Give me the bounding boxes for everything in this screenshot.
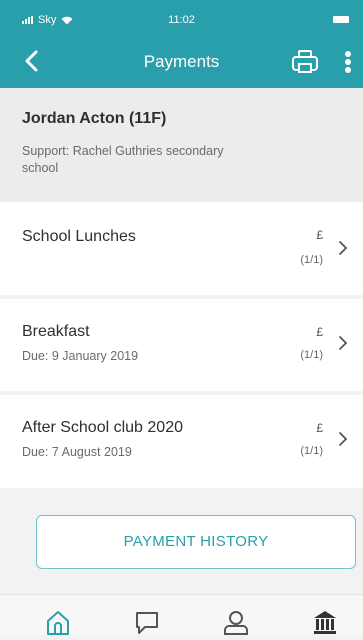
print-button[interactable] (290, 48, 320, 76)
chevron-right-icon (339, 432, 348, 446)
chevron-right-icon (339, 336, 348, 350)
payment-item-after-school-club[interactable]: After School club 2020 Due: 7 August 201… (0, 395, 363, 488)
status-bar: Sky 11:02 (0, 0, 363, 38)
payment-due: Due: 9 January 2019 (22, 349, 139, 363)
payment-title: School Lunches (22, 228, 136, 245)
message-icon (136, 612, 158, 634)
history-area: PAYMENT HISTORY (0, 488, 363, 594)
payment-currency: £ (316, 421, 323, 435)
tab-home[interactable] (44, 609, 72, 635)
tab-bank[interactable] (311, 609, 339, 635)
payment-history-button[interactable]: PAYMENT HISTORY (36, 515, 356, 569)
student-card: Jordan Acton (11F) Support: Rachel Guthr… (0, 88, 363, 202)
home-icon (47, 611, 69, 635)
bank-icon (314, 611, 336, 634)
student-name: Jordan Acton (11F) (22, 110, 167, 127)
tab-profile[interactable] (222, 609, 250, 635)
payment-title: Breakfast (22, 323, 90, 340)
chevron-right-icon (339, 241, 348, 255)
nav-bar: Payments (0, 42, 363, 82)
printer-icon (292, 50, 318, 73)
payment-currency: £ (316, 325, 323, 339)
app-header: Sky 11:02 Payments (0, 0, 363, 88)
payment-title: After School club 2020 (22, 419, 183, 436)
student-support: Support: Rachel Guthries secondary schoo… (22, 144, 224, 175)
status-time: 11:02 (168, 14, 195, 26)
more-vertical-icon (345, 51, 351, 73)
user-icon (224, 611, 248, 635)
payment-count: (1/1) (300, 445, 323, 457)
payment-currency: £ (316, 228, 323, 242)
payment-item-breakfast[interactable]: Breakfast Due: 9 January 2019 £ (1/1) (0, 299, 363, 391)
more-menu-button[interactable] (340, 48, 356, 76)
tab-bar (0, 594, 363, 635)
battery-icon (333, 16, 349, 23)
payment-item-school-lunches[interactable]: School Lunches £ (1/1) (0, 202, 363, 295)
payment-count: (1/1) (300, 254, 323, 266)
payment-due: Due: 7 August 2019 (22, 445, 132, 459)
tab-messages[interactable] (133, 609, 161, 635)
payment-count: (1/1) (300, 349, 323, 361)
